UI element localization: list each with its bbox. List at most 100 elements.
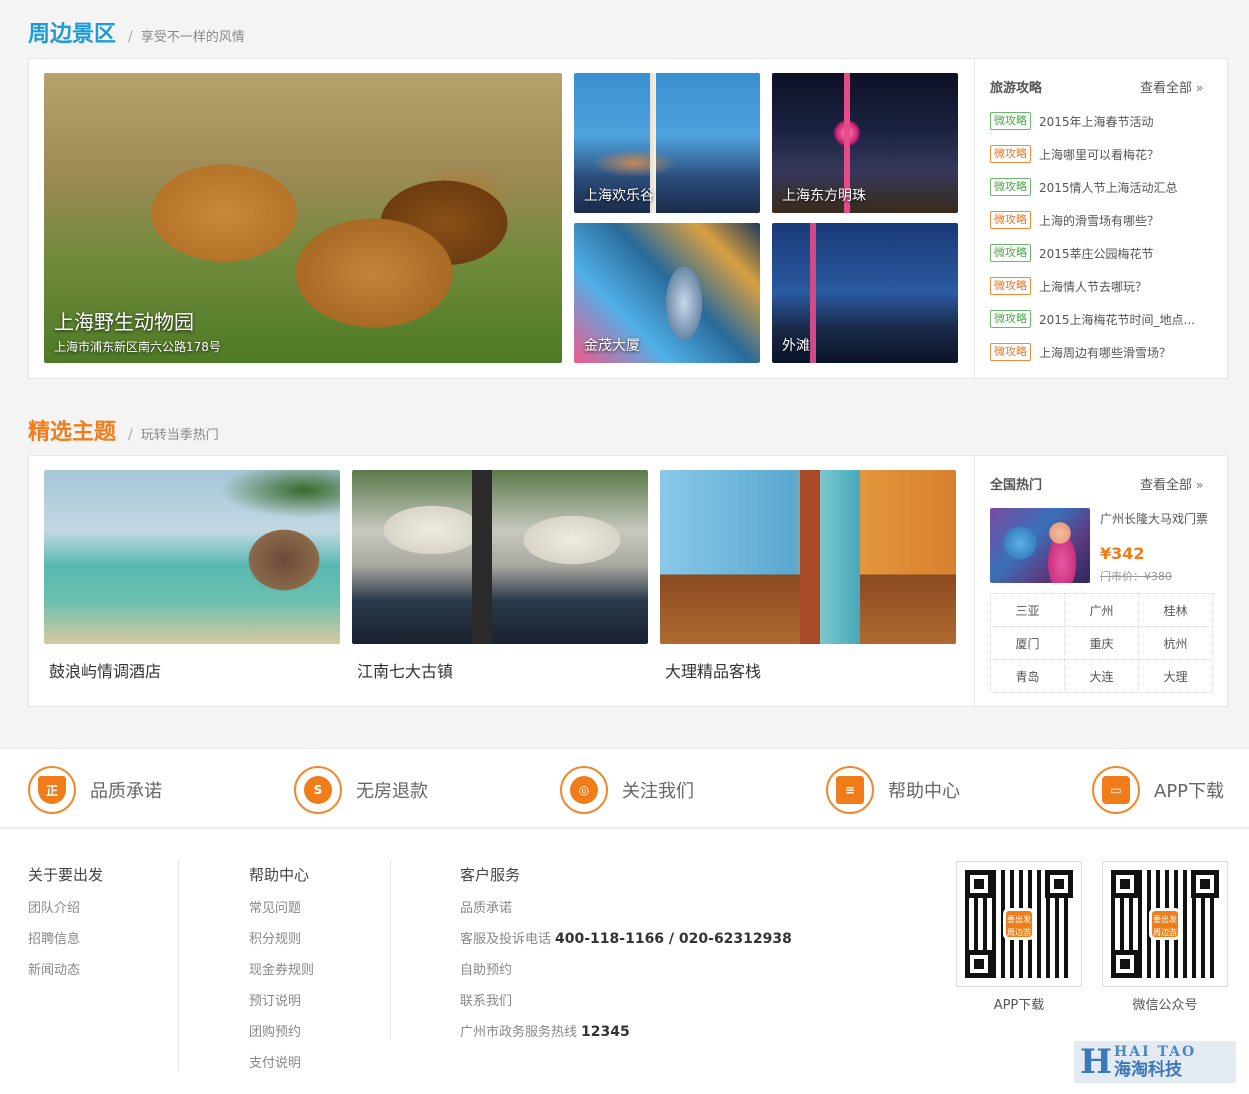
footer-divider bbox=[390, 859, 391, 1039]
city-link[interactable]: 重庆 bbox=[1064, 626, 1139, 660]
scenic-tile[interactable]: 上海欢乐谷 bbox=[574, 73, 760, 213]
footer-link[interactable]: 自助预约 bbox=[460, 959, 512, 978]
hot-product-market-price: 门市价：¥380 bbox=[1100, 570, 1172, 583]
theme-card-image[interactable] bbox=[44, 470, 340, 644]
footer-help-title: 帮助中心 bbox=[249, 866, 310, 884]
feature-label: 关注我们 bbox=[622, 781, 694, 802]
complaint-phone-label: 客服及投诉电话 bbox=[460, 932, 552, 947]
scenic-tile[interactable]: 外滩 bbox=[772, 223, 958, 363]
phone-icon: ▭ bbox=[1092, 766, 1140, 814]
strategy-tag: 微攻略 bbox=[990, 343, 1031, 361]
footer-link[interactable]: 联系我们 bbox=[460, 990, 512, 1009]
feature-app[interactable]: ▭ APP下载 bbox=[1092, 766, 1224, 814]
strategy-view-all-link[interactable]: 查看全部» bbox=[1140, 77, 1203, 96]
strategy-title: 旅游攻略 bbox=[990, 81, 1043, 96]
city-link[interactable]: 大连 bbox=[1064, 659, 1139, 693]
footer-link[interactable]: 支付说明 bbox=[249, 1052, 301, 1071]
strategy-item[interactable]: 微攻略 2015莘庄公园梅花节 bbox=[990, 243, 1154, 263]
city-link[interactable]: 桂林 bbox=[1138, 593, 1213, 627]
city-link[interactable]: 厦门 bbox=[990, 626, 1065, 660]
refund-icon: S bbox=[294, 766, 342, 814]
theme-card-image[interactable] bbox=[660, 470, 956, 644]
feature-quality[interactable]: 正 品质承诺 bbox=[28, 766, 162, 814]
city-link[interactable]: 青岛 bbox=[990, 659, 1065, 693]
footer-link[interactable]: 品质承诺 bbox=[460, 897, 512, 916]
app-logo-icon: 要出发 周边游 bbox=[1003, 908, 1035, 940]
app-qr-code: 要出发 周边游 bbox=[956, 861, 1082, 987]
city-link[interactable]: 杭州 bbox=[1138, 626, 1213, 660]
strategy-item-text: 上海的滑雪场有哪些？ bbox=[1039, 213, 1160, 228]
strategy-tag: 微攻略 bbox=[990, 112, 1031, 130]
qr-caption: 微信公众号 bbox=[1132, 998, 1198, 1013]
footer-link[interactable]: 团队介绍 bbox=[28, 897, 80, 916]
double-chevron-right-icon: » bbox=[1196, 478, 1204, 492]
scenic-tile[interactable]: 金茂大厦 bbox=[574, 223, 760, 363]
complaint-phone-number: 400-118-1166 / 020-62312938 bbox=[555, 931, 792, 947]
strategy-tag: 微攻略 bbox=[990, 244, 1031, 262]
main-scenic-address: 上海市浦东新区南六公路178号 bbox=[54, 340, 221, 354]
strategy-tag: 微攻略 bbox=[990, 145, 1031, 163]
feature-follow[interactable]: ◎ 关注我们 bbox=[560, 766, 694, 814]
strategy-item-text: 2015上海梅花节时间_地点... bbox=[1039, 312, 1195, 327]
footer-link[interactable]: 积分规则 bbox=[249, 928, 301, 947]
footer-link[interactable]: 招聘信息 bbox=[28, 928, 80, 947]
themes-section-header: 精选主题 / 玩转当季热门 bbox=[28, 414, 219, 446]
strategy-item[interactable]: 微攻略 2015上海梅花节时间_地点... bbox=[990, 309, 1195, 329]
chat-bubble-icon: ≡ bbox=[826, 766, 874, 814]
strategy-tag: 微攻略 bbox=[990, 310, 1031, 328]
features-strip: 正 品质承诺 S 无房退款 ◎ 关注我们 ≡ 帮助中心 ▭ APP下载 bbox=[0, 748, 1249, 828]
footer-link[interactable]: 新闻动态 bbox=[28, 959, 80, 978]
strategy-tag: 微攻略 bbox=[990, 178, 1031, 196]
title-separator: / bbox=[128, 29, 133, 45]
theme-card-title[interactable]: 江南七大古镇 bbox=[357, 658, 453, 682]
footer-link[interactable]: 预订说明 bbox=[249, 990, 301, 1009]
footer-service-title: 客户服务 bbox=[460, 866, 521, 884]
footer-divider bbox=[178, 859, 179, 1071]
feature-help[interactable]: ≡ 帮助中心 bbox=[826, 766, 960, 814]
hot-product-name[interactable]: 广州长隆大马戏门票 bbox=[1100, 510, 1208, 527]
strategy-item[interactable]: 微攻略 上海情人节去哪玩？ bbox=[990, 276, 1147, 296]
city-link[interactable]: 三亚 bbox=[990, 593, 1065, 627]
strategy-item[interactable]: 微攻略 2015年上海春节活动 bbox=[990, 111, 1154, 131]
gov-hotline-number: 12345 bbox=[581, 1024, 630, 1040]
weibo-icon: ◎ bbox=[560, 766, 608, 814]
complaint-phone-line: 客服及投诉电话 400-118-1166 / 020-62312938 bbox=[460, 928, 792, 947]
theme-card-title[interactable]: 鼓浪屿情调酒店 bbox=[49, 658, 161, 682]
hot-product-price: ¥342 bbox=[1100, 544, 1145, 563]
footer-link[interactable]: 现金券规则 bbox=[249, 959, 314, 978]
feature-label: 无房退款 bbox=[356, 781, 428, 802]
hot-view-all-link[interactable]: 查看全部» bbox=[1140, 474, 1203, 493]
panel-divider bbox=[974, 59, 975, 378]
feature-label: 帮助中心 bbox=[888, 781, 960, 802]
scenic-tile-label: 上海欢乐谷 bbox=[584, 188, 654, 204]
theme-card-title[interactable]: 大理精品客栈 bbox=[665, 658, 761, 682]
scenic-tile[interactable]: 上海东方明珠 bbox=[772, 73, 958, 213]
footer-link[interactable]: 团购预约 bbox=[249, 1021, 301, 1040]
feature-refund[interactable]: S 无房退款 bbox=[294, 766, 428, 814]
panel-divider bbox=[974, 456, 975, 706]
theme-card-image[interactable] bbox=[352, 470, 648, 644]
main-scenic-card[interactable]: 上海野生动物园 上海市浦东新区南六公路178号 bbox=[44, 73, 562, 363]
haitao-logo-icon: H bbox=[1080, 1042, 1113, 1082]
double-chevron-right-icon: » bbox=[1196, 81, 1204, 95]
strategy-item[interactable]: 微攻略 2015情人节上海活动汇总 bbox=[990, 177, 1178, 197]
footer-link[interactable]: 常见问题 bbox=[249, 897, 301, 916]
city-link[interactable]: 广州 bbox=[1064, 593, 1139, 627]
strategy-tag: 微攻略 bbox=[990, 211, 1031, 229]
footer-about-title: 关于要出发 bbox=[28, 866, 104, 884]
watermark-cn: 海淘科技 bbox=[1114, 1060, 1182, 1080]
haitao-watermark: H HAI TAO 海淘科技 bbox=[1074, 1041, 1236, 1083]
hot-title: 全国热门 bbox=[990, 478, 1043, 493]
scenic-section-subtitle: 享受不一样的风情 bbox=[140, 30, 245, 45]
main-scenic-name: 上海野生动物园 bbox=[54, 310, 194, 334]
city-link[interactable]: 大理 bbox=[1138, 659, 1213, 693]
strategy-item-text: 上海哪里可以看梅花？ bbox=[1039, 147, 1160, 162]
scenic-section-title: 周边景区 bbox=[28, 22, 117, 47]
strategy-item-text: 上海周边有哪些滑雪场？ bbox=[1039, 345, 1172, 360]
themes-section-subtitle: 玩转当季热门 bbox=[140, 428, 219, 443]
strategy-item[interactable]: 微攻略 上海的滑雪场有哪些？ bbox=[990, 210, 1159, 230]
strategy-item[interactable]: 微攻略 上海哪里可以看梅花？ bbox=[990, 144, 1159, 164]
strategy-item-text: 2015情人节上海活动汇总 bbox=[1039, 180, 1178, 195]
hot-product-image[interactable] bbox=[990, 508, 1090, 583]
strategy-item[interactable]: 微攻略 上海周边有哪些滑雪场？ bbox=[990, 342, 1171, 362]
